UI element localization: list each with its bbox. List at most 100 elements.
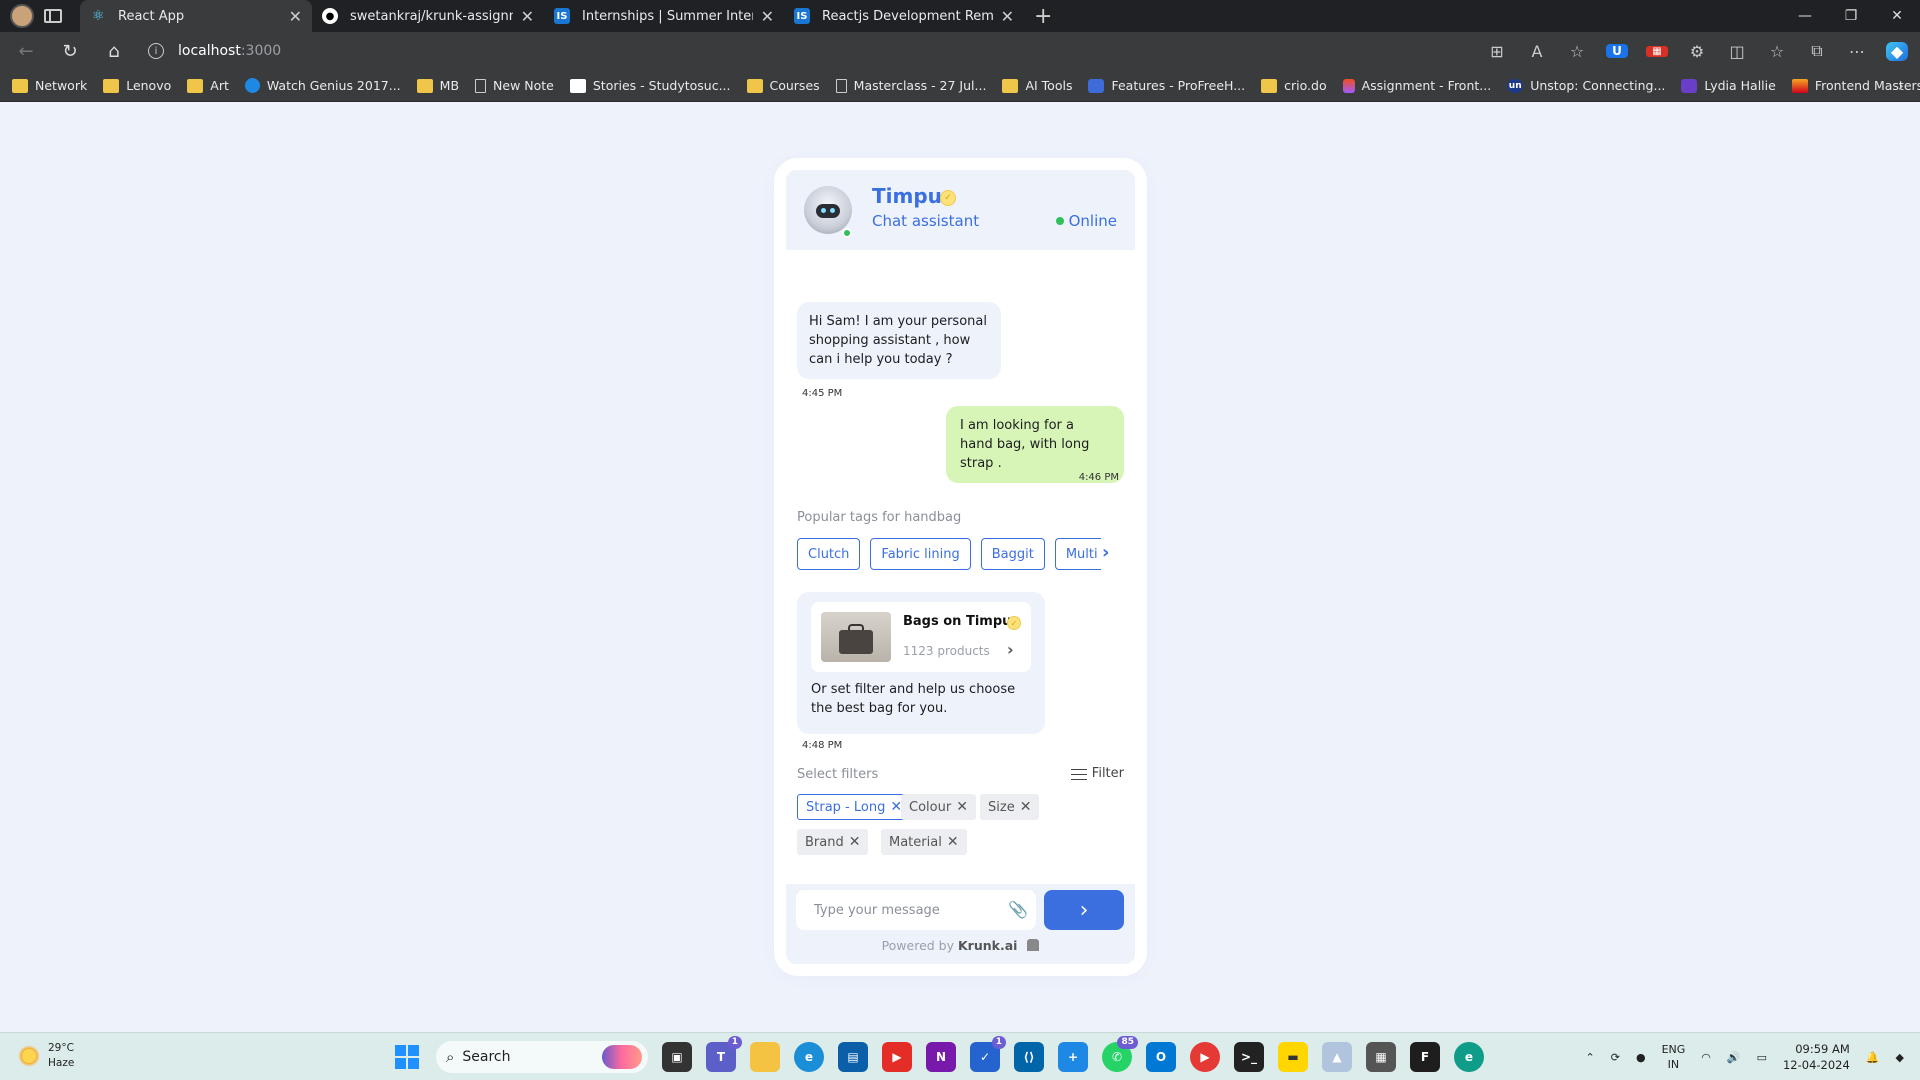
chevron-right-icon[interactable]: ›: [1898, 76, 1904, 95]
onenote-icon[interactable]: N: [926, 1042, 956, 1072]
restore-button[interactable]: ❐: [1828, 0, 1874, 32]
filter-chip-size[interactable]: Size ✕: [980, 794, 1040, 820]
task-view-icon[interactable]: ▣: [662, 1042, 692, 1072]
tag-baggit[interactable]: Baggit: [980, 538, 1045, 570]
filter-chip-colour[interactable]: Colour ✕: [901, 794, 976, 820]
tab-reactjs-remote[interactable]: IS Reactjs Development Remote Int ✕: [784, 0, 1024, 32]
calendar-extension-icon[interactable]: ▦: [1646, 45, 1668, 57]
bookmark-item[interactable]: Watch Genius 2017...: [244, 78, 401, 93]
sync-icon[interactable]: ⟳: [1611, 1051, 1620, 1064]
outlook-icon[interactable]: O: [1146, 1042, 1176, 1072]
favorites-icon[interactable]: ☆: [1766, 42, 1788, 61]
product-card[interactable]: Bags on Timpu ✓ 1123 products ›: [811, 602, 1031, 672]
volume-icon[interactable]: 🔊: [1727, 1051, 1741, 1064]
bitwarden-extension-icon[interactable]: U: [1606, 44, 1628, 58]
tab-actions-icon[interactable]: [44, 9, 62, 23]
new-tab-button[interactable]: +: [1034, 4, 1052, 29]
store-icon[interactable]: ▤: [838, 1042, 868, 1072]
whatsapp-icon[interactable]: ✆ 85: [1102, 1036, 1138, 1072]
minimize-button[interactable]: —: [1782, 0, 1828, 32]
bookmark-item[interactable]: Courses: [746, 78, 820, 93]
close-icon[interactable]: ✕: [289, 7, 302, 26]
weather-temp: 29°C: [48, 1042, 74, 1054]
back-button[interactable]: ←: [8, 33, 44, 69]
battery-icon[interactable]: ▭: [1757, 1051, 1767, 1064]
bookmark-item[interactable]: Features - ProFreeH...: [1088, 78, 1245, 93]
tab-react-app[interactable]: ⚛ React App ✕: [80, 0, 312, 32]
close-icon[interactable]: ✕: [849, 834, 861, 850]
close-window-button[interactable]: ✕: [1874, 0, 1920, 32]
weather-widget[interactable]: 29°C Haze: [18, 1041, 74, 1071]
copilot-icon[interactable]: ◆: [1886, 41, 1908, 61]
bookmark-item[interactable]: New Note: [475, 78, 554, 93]
url-field[interactable]: i localhost:3000: [142, 36, 1402, 66]
edge-dev-icon[interactable]: e: [1454, 1042, 1484, 1072]
todo-icon[interactable]: ✓ 1: [970, 1036, 1006, 1072]
profile-avatar[interactable]: [10, 4, 34, 28]
bookmark-item[interactable]: Lydia Hallie: [1681, 78, 1776, 93]
tag-fabric-lining[interactable]: Fabric lining: [870, 538, 971, 570]
tag-clutch[interactable]: Clutch: [797, 538, 861, 570]
sticky-notes-icon[interactable]: ▬: [1278, 1042, 1308, 1072]
filter-chip-brand[interactable]: Brand ✕: [797, 829, 869, 855]
language-indicator[interactable]: ENG IN: [1662, 1042, 1686, 1072]
bookmark-item[interactable]: Lenovo: [103, 78, 171, 93]
tab-internships[interactable]: IS Internships | Summer Internship ✕: [544, 0, 784, 32]
split-screen-icon[interactable]: ◫: [1726, 42, 1748, 61]
app-tray-icon[interactable]: ●: [1636, 1051, 1646, 1064]
read-aloud-icon[interactable]: A: [1526, 42, 1548, 61]
youtube-icon[interactable]: ▶: [882, 1042, 912, 1072]
bookmark-item[interactable]: un Unstop: Connecting...: [1507, 78, 1665, 93]
start-button[interactable]: [392, 1042, 422, 1072]
calculator-icon[interactable]: ▦: [1366, 1042, 1396, 1072]
terminal-icon[interactable]: >_: [1234, 1042, 1264, 1072]
vscode-icon[interactable]: ⟨⟩: [1014, 1042, 1044, 1072]
bookmark-item[interactable]: Stories - Studytosuc...: [569, 78, 731, 93]
chevron-up-icon[interactable]: ⌃: [1586, 1051, 1595, 1064]
file-explorer-icon[interactable]: [750, 1042, 780, 1072]
info-icon[interactable]: i: [148, 43, 164, 59]
plus-app-icon[interactable]: +: [1058, 1042, 1088, 1072]
refresh-button[interactable]: ↻: [52, 33, 88, 69]
more-options-icon[interactable]: ⋯: [1846, 42, 1868, 61]
powered-brand[interactable]: Krunk.ai: [958, 938, 1017, 953]
figma-app-icon[interactable]: F: [1410, 1042, 1440, 1072]
teams-icon[interactable]: T1: [706, 1036, 742, 1072]
filter-chip-strap[interactable]: Strap - Long ✕: [797, 794, 912, 820]
home-button[interactable]: ⌂: [96, 33, 132, 69]
tab-github[interactable]: ● swetankraj/krunk-assignment ✕: [312, 0, 544, 32]
send-button[interactable]: ›: [1044, 890, 1124, 930]
photos-icon[interactable]: ▲: [1322, 1042, 1352, 1072]
close-icon[interactable]: ✕: [947, 834, 959, 850]
paperclip-icon[interactable]: 📎: [1008, 900, 1028, 919]
filter-button[interactable]: Filter: [1070, 766, 1124, 781]
bookmark-item[interactable]: Art: [187, 78, 229, 93]
bookmark-item[interactable]: MB: [416, 78, 459, 93]
app-available-icon[interactable]: ⊞: [1486, 42, 1508, 61]
clock[interactable]: 09:59 AM 12-04-2024: [1783, 1041, 1850, 1073]
collections-icon[interactable]: ⧉: [1806, 41, 1828, 61]
taskbar-search[interactable]: ⌕ Search: [436, 1041, 648, 1073]
notification-bell-icon[interactable]: 🔔: [1866, 1051, 1880, 1064]
filter-chip-material[interactable]: Material ✕: [881, 829, 967, 855]
bookmark-item[interactable]: crio.do: [1261, 78, 1327, 93]
bookmark-item[interactable]: AI Tools: [1002, 78, 1072, 93]
media-player-icon[interactable]: ▶: [1190, 1042, 1220, 1072]
chevron-right-icon[interactable]: ›: [1102, 542, 1109, 563]
copilot-taskbar-icon[interactable]: ◆: [1896, 1051, 1904, 1064]
close-icon[interactable]: ✕: [1001, 7, 1014, 26]
bookmark-item[interactable]: Assignment - Front...: [1342, 78, 1491, 93]
close-icon[interactable]: ✕: [1020, 799, 1032, 815]
bookmark-item[interactable]: Network: [12, 78, 87, 93]
message-input[interactable]: [796, 890, 1036, 930]
close-icon[interactable]: ✕: [521, 7, 534, 26]
wifi-icon[interactable]: ◠: [1701, 1051, 1711, 1064]
extensions-icon[interactable]: ⚙: [1686, 42, 1708, 61]
tag-multi[interactable]: Multi: [1054, 538, 1101, 570]
chevron-right-icon[interactable]: ›: [1007, 640, 1014, 659]
favorite-star-icon[interactable]: ☆: [1566, 42, 1588, 61]
bookmark-item[interactable]: Masterclass - 27 Jul...: [835, 78, 986, 93]
close-icon[interactable]: ✕: [761, 7, 774, 26]
edge-icon[interactable]: e: [794, 1042, 824, 1072]
close-icon[interactable]: ✕: [956, 799, 968, 815]
